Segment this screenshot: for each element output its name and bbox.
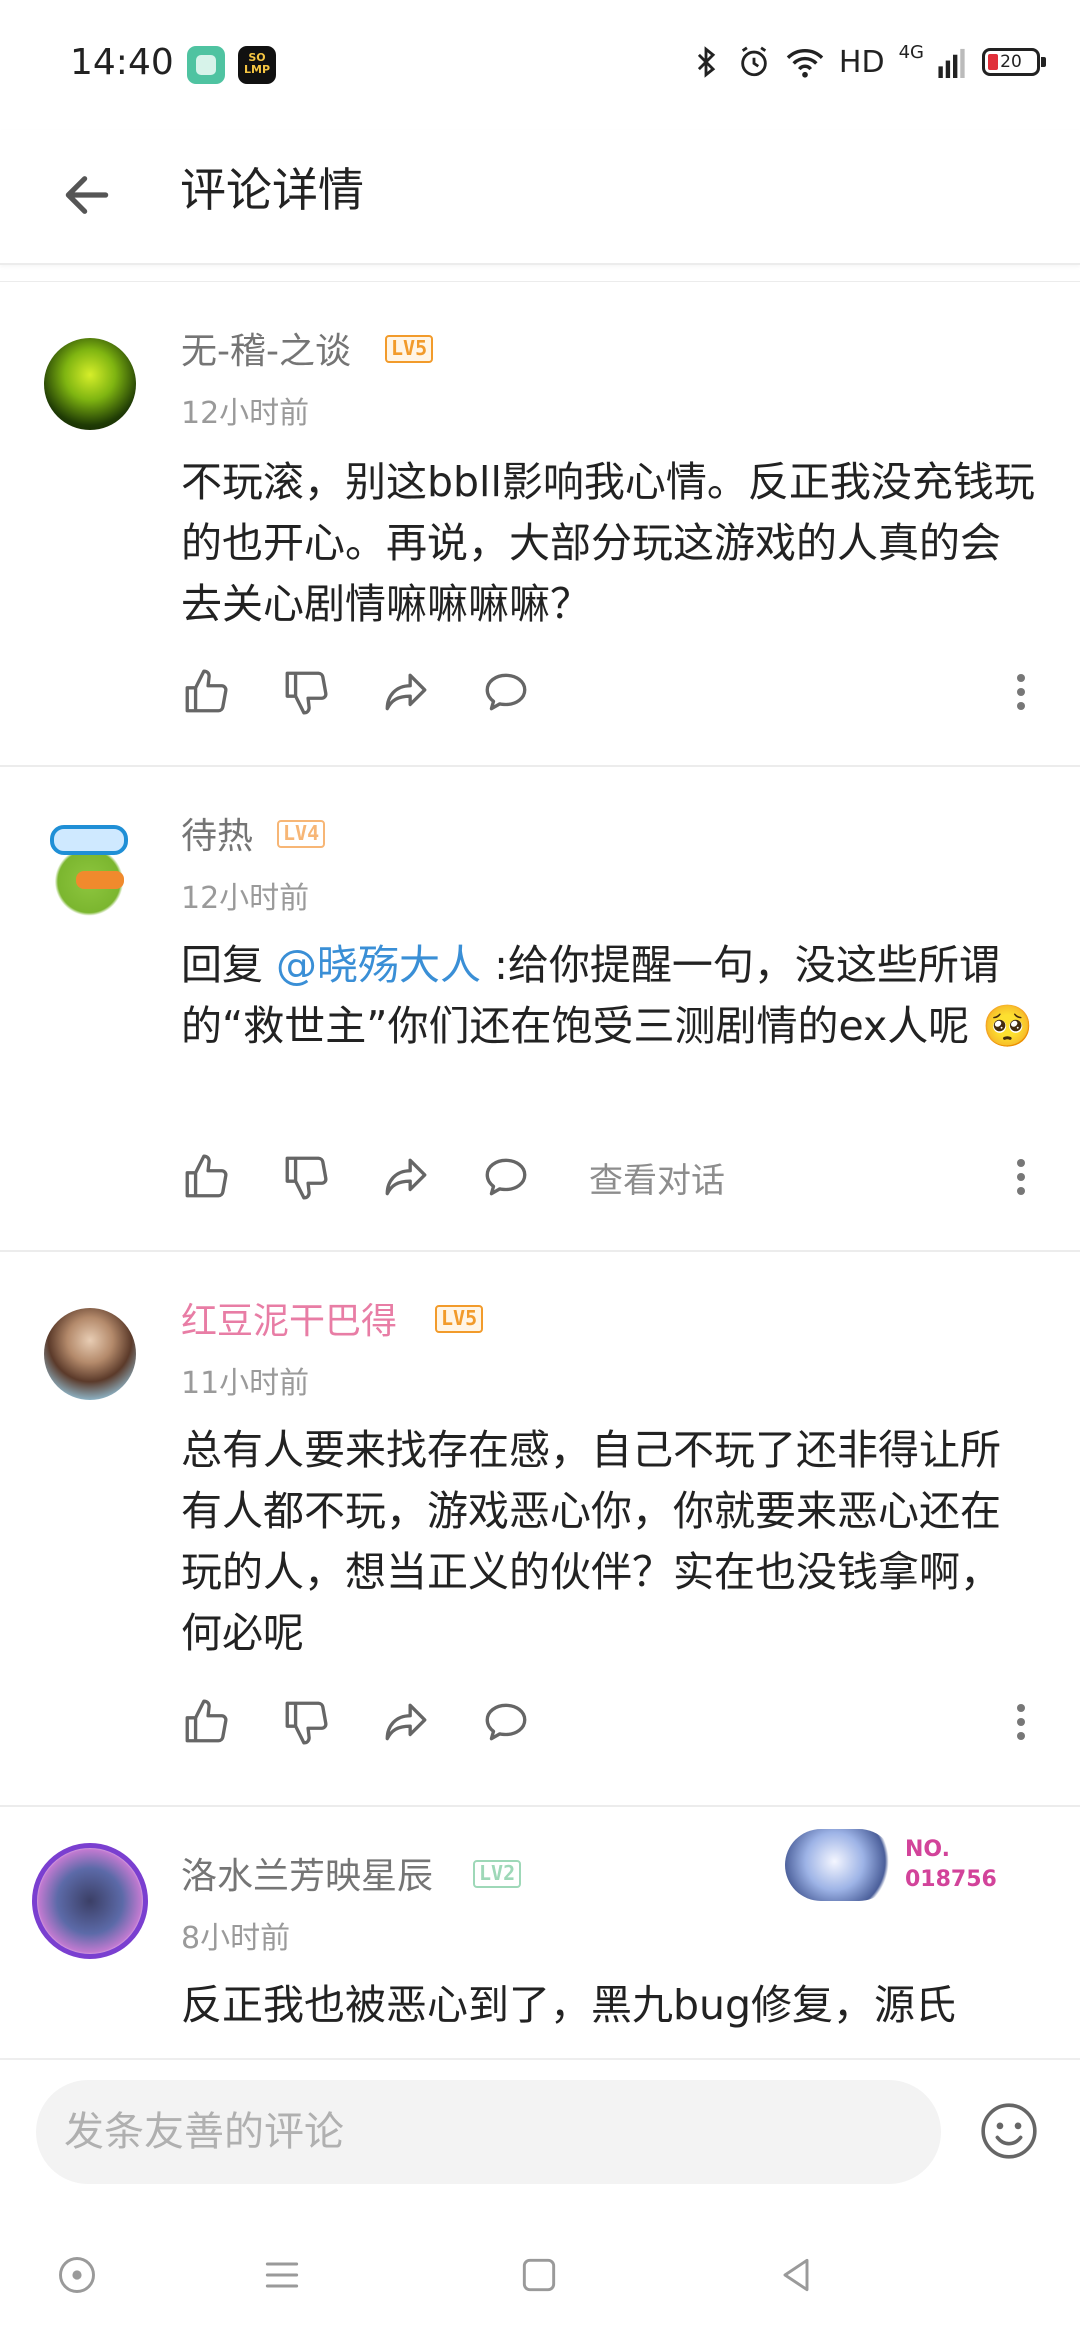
thumbs-up-icon	[185, 1154, 228, 1198]
soul-app-notification-icon: SO LMP	[238, 46, 276, 84]
comment-actions: 查看对话	[181, 1147, 1041, 1207]
reply-prefix: 回复	[181, 941, 277, 989]
pleading-face-emoji: 🥺	[982, 1002, 1034, 1050]
comment-time: 12小时前	[181, 396, 310, 431]
like-button[interactable]	[181, 662, 281, 722]
network-type: 4G	[898, 41, 924, 63]
thumbs-down-icon	[285, 1156, 328, 1200]
comment-time: 11小时前	[181, 1366, 310, 1401]
triangle-back-icon	[783, 2258, 809, 2292]
status-icons: HD 4G 20	[689, 41, 1046, 82]
divider	[0, 270, 1080, 282]
dislike-button[interactable]	[281, 662, 381, 722]
square-icon	[522, 2258, 556, 2292]
thumbs-down-icon	[285, 671, 328, 715]
thumbs-up-icon	[185, 669, 228, 713]
view-conversation-link[interactable]: 查看对话	[589, 1153, 725, 1202]
wifi-icon	[786, 49, 824, 78]
more-options-button[interactable]	[1001, 662, 1041, 722]
avatar-frame-ring	[32, 1843, 148, 1959]
mention-link[interactable]: @晓殇大人	[276, 941, 481, 989]
username[interactable]: 待热	[181, 807, 253, 859]
emoji-smile-icon	[981, 2103, 1037, 2159]
nav-menu-button[interactable]	[247, 2240, 317, 2310]
page-title: 评论详情	[180, 163, 364, 217]
comment-item: 洛水兰芳映星辰 LV2 8小时前 NO. 018756 反正我也被恶心到了，黑九…	[0, 1807, 1080, 2058]
emoji-button[interactable]	[978, 2100, 1040, 2162]
reply-button[interactable]	[481, 662, 581, 722]
dislike-button[interactable]	[281, 1692, 381, 1752]
fan-badge[interactable]: NO. 018756	[785, 1825, 1005, 1905]
circle-dot-icon	[59, 2257, 95, 2293]
fan-badge-character	[785, 1829, 895, 1901]
comment-bubble-icon	[485, 1158, 527, 1196]
signal-icon	[938, 48, 965, 78]
back-button[interactable]	[52, 160, 122, 230]
share-button[interactable]	[381, 1147, 481, 1207]
like-button[interactable]	[181, 1692, 281, 1752]
share-icon	[385, 673, 427, 711]
comment-text: 回复 @晓殇大人 :给你提醒一句，没这些所谓的“救世主”你们还在饱受三测剧情的e…	[181, 935, 1041, 1057]
more-options-button[interactable]	[1001, 1692, 1041, 1752]
header: 评论详情	[0, 130, 1080, 265]
status-time: 14:40	[70, 42, 174, 83]
thumbs-up-icon	[185, 1699, 228, 1743]
avatar[interactable]	[24, 801, 154, 931]
nav-back-button[interactable]	[761, 2240, 831, 2310]
more-options-button[interactable]	[1001, 1147, 1041, 1207]
level-badge: LV2	[473, 1860, 522, 1888]
battery-icon: 20	[982, 48, 1046, 76]
comment-input-bar	[0, 2058, 1080, 2208]
reply-button[interactable]	[481, 1692, 581, 1752]
dislike-button[interactable]	[281, 1147, 381, 1207]
more-vertical-icon	[1017, 674, 1025, 710]
share-icon	[385, 1158, 427, 1196]
comment-text: 不玩滚，别这bbll影响我心情。反正我没充钱玩的也开心。再说，大部分玩这游戏的人…	[181, 458, 1035, 628]
menu-icon	[265, 2262, 299, 2288]
avatar-goggles	[50, 825, 128, 855]
comment-actions	[181, 662, 1041, 722]
level-badge: LV5	[385, 335, 434, 363]
avatar-frame[interactable]	[24, 1835, 156, 1967]
share-icon	[385, 1703, 427, 1741]
comment-item: 红豆泥干巴得 LV5 11小时前 总有人要来找存在感，自己不玩了还非得让所有人都…	[0, 1252, 1080, 1807]
nav-assistant-button[interactable]	[42, 2240, 112, 2310]
like-button[interactable]	[181, 1147, 281, 1207]
alarm-icon	[741, 46, 767, 77]
comment-bubble-icon	[485, 1703, 527, 1741]
comment-text: 反正我也被恶心到了，黑九bug修复，源氏	[181, 1981, 957, 2029]
avatar[interactable]	[44, 1308, 136, 1400]
more-vertical-icon	[1017, 1159, 1025, 1195]
system-nav-bar	[0, 2210, 1080, 2340]
level-badge: LV4	[277, 820, 326, 848]
comment-item: 无-稽-之谈 LV5 12小时前 不玩滚，别这bbll影响我心情。反正我没充钱玩…	[0, 282, 1080, 767]
share-button[interactable]	[381, 662, 481, 722]
comment-bubble-icon	[485, 673, 527, 711]
avatar-mouth	[76, 871, 124, 889]
thumbs-down-icon	[285, 1701, 328, 1745]
username[interactable]: 洛水兰芳映星辰	[181, 1847, 433, 1899]
avatar[interactable]	[44, 338, 136, 430]
nav-home-button[interactable]	[504, 2240, 574, 2310]
comment-time: 12小时前	[181, 881, 310, 916]
status-bar: 14:40 SO LMP HD 4G 20	[0, 0, 1080, 130]
bluetooth-icon	[697, 46, 716, 78]
arrow-left-icon	[65, 176, 109, 214]
comment-text: 总有人要来找存在感，自己不玩了还非得让所有人都不玩，游戏恶心你，你就要来恶心还在…	[181, 1426, 1001, 1657]
reply-button[interactable]	[481, 1147, 581, 1207]
username[interactable]: 红豆泥干巴得	[181, 1292, 397, 1344]
share-button[interactable]	[381, 1692, 481, 1752]
fan-badge-number: NO. 018756	[905, 1837, 997, 1892]
comment-time: 8小时前	[181, 1921, 291, 1956]
more-vertical-icon	[1017, 1704, 1025, 1740]
level-badge: LV5	[435, 1305, 484, 1333]
app-notification-icon	[187, 46, 225, 84]
username[interactable]: 无-稽-之谈	[181, 322, 351, 374]
comment-actions	[181, 1692, 1041, 1752]
comment-item: 待热 LV4 12小时前 回复 @晓殇大人 :给你提醒一句，没这些所谓的“救世主…	[0, 767, 1080, 1252]
comment-input[interactable]	[36, 2080, 941, 2184]
network-label: HD	[838, 44, 885, 80]
